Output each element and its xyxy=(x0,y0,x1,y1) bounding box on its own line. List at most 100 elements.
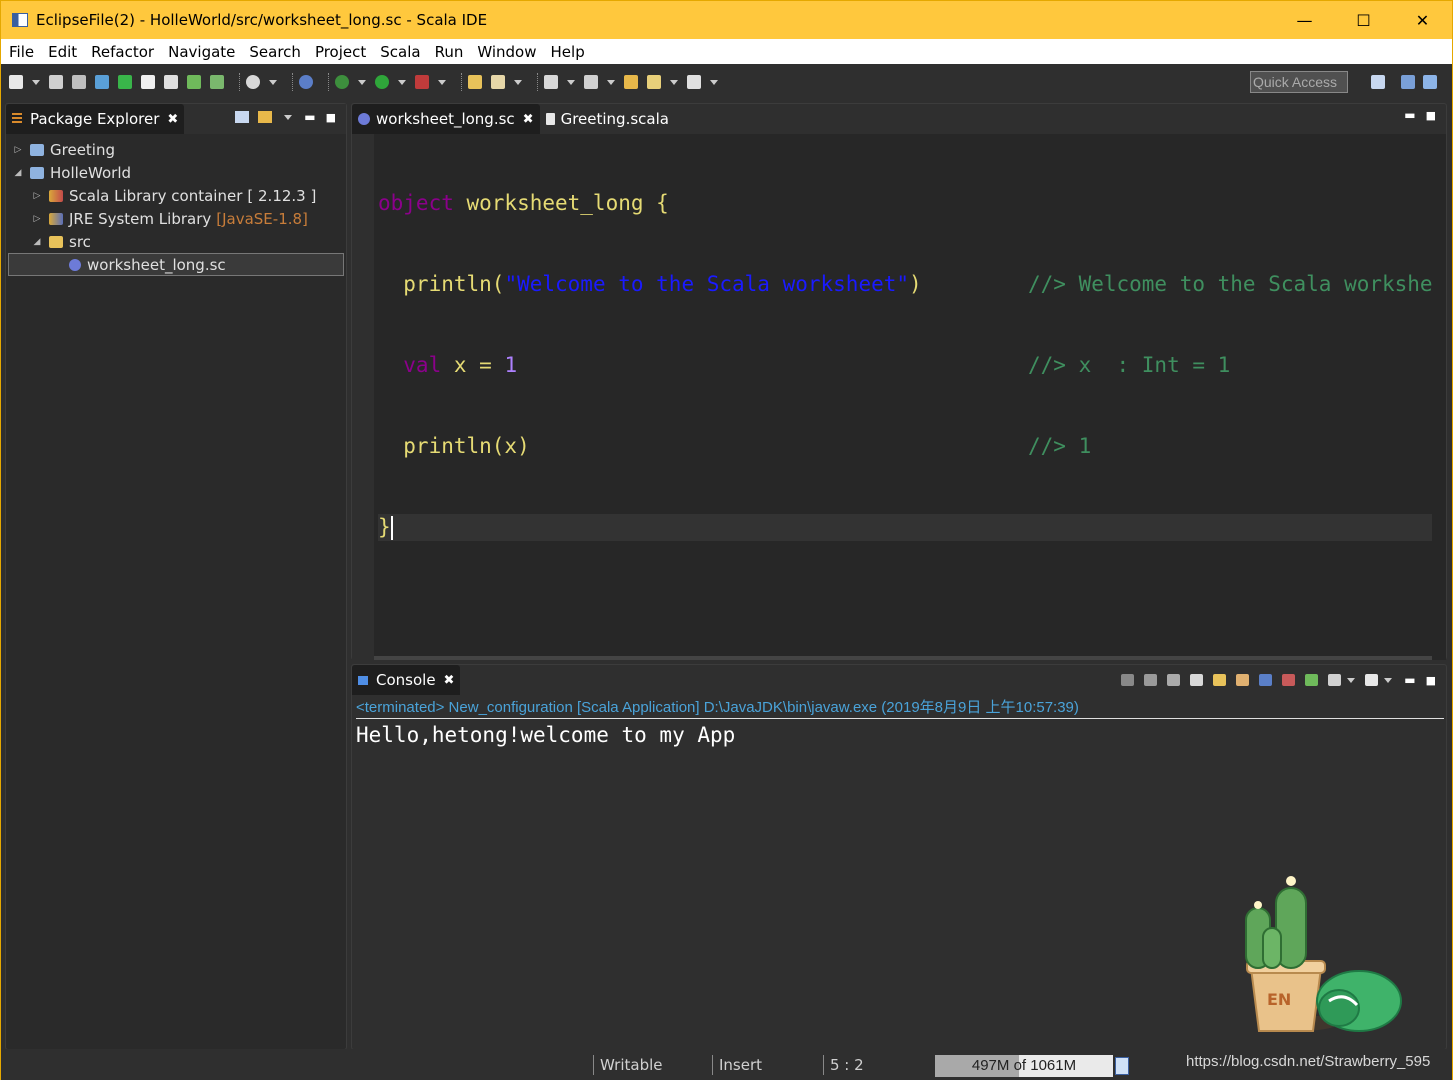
menu-scala[interactable]: Scala xyxy=(374,43,426,61)
collapsed-arrow-icon[interactable]: ▷ xyxy=(31,213,43,225)
perspective-dropdown-icon[interactable] xyxy=(269,79,277,85)
maximize-view-icon[interactable]: ■ xyxy=(326,111,336,124)
new-dropdown-icon[interactable] xyxy=(32,79,40,85)
heap-status[interactable]: 497M of 1061M xyxy=(935,1055,1113,1077)
menu-file[interactable]: File xyxy=(3,43,40,61)
new-package-icon[interactable] xyxy=(187,75,201,89)
worksheet-icon xyxy=(69,258,81,271)
close-button[interactable]: ✕ xyxy=(1393,1,1452,39)
toggle-mark-icon[interactable] xyxy=(544,75,558,89)
console-output[interactable]: Hello,hetong!welcome to my App xyxy=(356,721,735,749)
scroll-lock-icon[interactable] xyxy=(1213,674,1227,686)
minimize-view-icon[interactable]: ▬ xyxy=(304,110,315,124)
maximize-view-icon[interactable]: ■ xyxy=(1426,109,1436,122)
run-dropdown-icon[interactable] xyxy=(398,79,406,85)
word-wrap-icon[interactable] xyxy=(1236,674,1250,686)
string-literal: "Welcome to the Scala worksheet" xyxy=(504,272,910,296)
remove-all-icon[interactable] xyxy=(1167,674,1181,686)
scala-doc-icon[interactable] xyxy=(141,75,155,89)
menu-window[interactable]: Window xyxy=(471,43,542,61)
search-dropdown-icon[interactable] xyxy=(514,79,522,85)
tab-package-explorer[interactable]: Package Explorer ✖ xyxy=(6,104,185,134)
forward-dropdown-icon[interactable] xyxy=(710,79,718,85)
tree-item-holleworld[interactable]: ◢ HolleWorld xyxy=(6,161,346,184)
clear-console-icon[interactable] xyxy=(1190,674,1204,686)
tab-worksheet-long[interactable]: worksheet_long.sc ✖ xyxy=(352,104,540,134)
menu-help[interactable]: Help xyxy=(545,43,591,61)
maximize-button[interactable]: ☐ xyxy=(1334,1,1393,39)
back-dropdown-icon[interactable] xyxy=(670,79,678,85)
code-line-2: println("Welcome to the Scala worksheet"… xyxy=(378,271,1432,298)
collapse-all-icon[interactable] xyxy=(235,111,250,123)
new-icon[interactable] xyxy=(9,75,23,89)
close-icon[interactable]: ✖ xyxy=(523,112,534,127)
new-class-icon[interactable] xyxy=(210,75,224,89)
menu-project[interactable]: Project xyxy=(309,43,372,61)
status-bar: Writable Insert 5 : 2 497M of 1061M http… xyxy=(1,1049,1452,1080)
close-icon[interactable]: ✖ xyxy=(444,673,455,688)
debug-dropdown-icon[interactable] xyxy=(358,79,366,85)
debug-icon[interactable] xyxy=(335,75,349,89)
menu-navigate[interactable]: Navigate xyxy=(162,43,241,61)
open-console-icon[interactable] xyxy=(1365,674,1379,686)
collapsed-arrow-icon[interactable]: ▷ xyxy=(31,190,43,202)
horizontal-scrollbar[interactable] xyxy=(374,656,1432,660)
code-content[interactable]: object worksheet_long { println("Welcome… xyxy=(378,136,1433,595)
garbage-collect-icon[interactable] xyxy=(1115,1057,1129,1075)
view-menu-icon[interactable] xyxy=(284,114,293,120)
expanded-arrow-icon[interactable]: ◢ xyxy=(31,236,43,248)
next-annotation-icon[interactable] xyxy=(584,75,598,89)
remove-launch-icon[interactable] xyxy=(1144,674,1158,686)
tree-item-greeting[interactable]: ▷ Greeting xyxy=(6,138,346,161)
tree-item-scala-library[interactable]: ▷ Scala Library container [ 2.12.3 ] xyxy=(6,184,346,207)
minimize-view-icon[interactable]: ▬ xyxy=(1404,108,1415,122)
new-file-icon[interactable] xyxy=(164,75,178,89)
minimize-view-icon[interactable]: ▬ xyxy=(1404,673,1415,687)
show-stdout-icon[interactable] xyxy=(1259,674,1273,686)
build-icon[interactable] xyxy=(118,75,132,89)
search-icon[interactable] xyxy=(491,75,505,89)
quick-access-input[interactable]: Quick Access xyxy=(1250,71,1348,93)
open-console-dropdown-icon[interactable] xyxy=(1384,677,1393,683)
back-icon[interactable] xyxy=(647,75,661,89)
terminate-icon[interactable] xyxy=(1121,674,1135,686)
expanded-arrow-icon[interactable]: ◢ xyxy=(12,167,24,179)
close-icon[interactable]: ✖ xyxy=(167,112,178,127)
maximize-view-icon[interactable]: ■ xyxy=(1426,674,1436,687)
save-all-icon[interactable] xyxy=(72,75,86,89)
tree-item-jre-library[interactable]: ▷ JRE System Library [JavaSE-1.8] xyxy=(6,207,346,230)
show-stderr-icon[interactable] xyxy=(1282,674,1296,686)
link-editor-icon[interactable] xyxy=(95,75,109,89)
tree-item-src[interactable]: ◢ src xyxy=(6,230,346,253)
skip-breakpoints-icon[interactable] xyxy=(299,75,313,89)
run-icon[interactable] xyxy=(375,75,389,89)
open-type-icon[interactable] xyxy=(468,75,482,89)
annotation-dropdown-icon[interactable] xyxy=(567,79,575,85)
external-tools-icon[interactable] xyxy=(415,75,429,89)
code-editor[interactable]: object worksheet_long { println("Welcome… xyxy=(352,134,1446,660)
external-tools-dropdown-icon[interactable] xyxy=(438,79,446,85)
menu-search[interactable]: Search xyxy=(243,43,307,61)
java-perspective-icon[interactable] xyxy=(1401,75,1415,89)
tab-console[interactable]: Console ✖ xyxy=(352,665,461,695)
display-console-icon[interactable] xyxy=(1328,674,1342,686)
open-perspective-icon[interactable] xyxy=(1371,75,1385,89)
forward-icon[interactable] xyxy=(687,75,701,89)
code-text: worksheet_long { xyxy=(453,191,669,215)
menu-edit[interactable]: Edit xyxy=(42,43,83,61)
last-edit-icon[interactable] xyxy=(624,75,638,89)
tab-greeting-scala[interactable]: Greeting.scala xyxy=(540,104,675,134)
tree-item-worksheet[interactable]: worksheet_long.sc xyxy=(8,253,344,276)
display-console-dropdown-icon[interactable] xyxy=(1347,677,1356,683)
pin-console-icon[interactable] xyxy=(1305,674,1319,686)
menu-refactor[interactable]: Refactor xyxy=(85,43,160,61)
minimize-button[interactable]: — xyxy=(1275,1,1334,39)
collapsed-arrow-icon[interactable]: ▷ xyxy=(12,144,24,156)
cactus-ime-decoration[interactable]: EN xyxy=(1229,873,1409,1038)
menu-run[interactable]: Run xyxy=(429,43,470,61)
next-annotation-dropdown-icon[interactable] xyxy=(607,79,615,85)
link-with-editor-icon[interactable] xyxy=(258,111,273,123)
scala-perspective-icon[interactable] xyxy=(1423,75,1437,89)
save-icon[interactable] xyxy=(49,75,63,89)
debug-perspective-icon[interactable] xyxy=(246,75,260,89)
